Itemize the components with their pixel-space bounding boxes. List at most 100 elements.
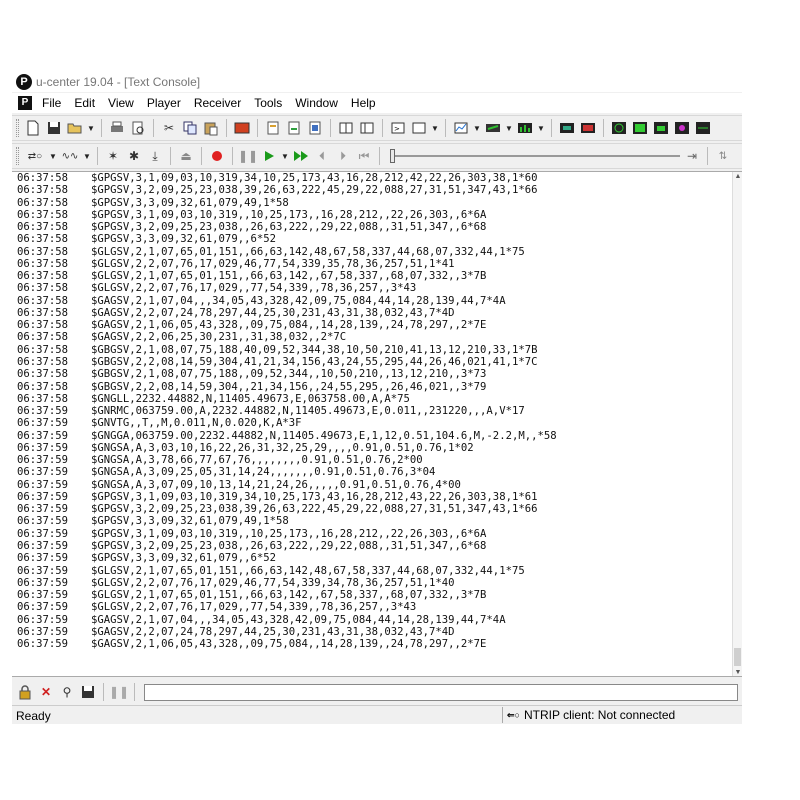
command-input[interactable]	[144, 684, 738, 701]
log-row: 06:37:59 $GNGGA,063759.00,2232.44882,N,11…	[17, 430, 557, 442]
chart-icon[interactable]	[452, 119, 470, 137]
log-message: $GBGSV,2,1,08,07,75,188,,09,52,344,,10,5…	[91, 368, 487, 381]
menu-window[interactable]: Window	[295, 96, 338, 110]
log-message: $GAGSV,2,1,07,04,,,34,05,43,328,42,09,75…	[91, 613, 506, 626]
log-message: $GPGSV,3,2,09,25,23,038,39,26,63,222,45,…	[91, 184, 538, 197]
log-message: $GAGSV,2,1,06,05,43,328,,09,75,084,,14,2…	[91, 638, 487, 651]
gauge-icon[interactable]	[484, 119, 502, 137]
log-timestamp: 06:37:59	[17, 576, 69, 589]
chart-dropdown-icon[interactable]: ▼	[473, 119, 481, 137]
print-icon[interactable]	[108, 119, 126, 137]
eject-icon[interactable]: ⏏	[177, 147, 195, 165]
open-icon[interactable]	[66, 119, 84, 137]
text-console[interactable]: 06:37:58 $GPGSV,3,1,09,03,10,319,34,10,25…	[12, 171, 742, 677]
separator	[153, 119, 154, 137]
table-icon[interactable]	[579, 119, 597, 137]
sort-icon[interactable]: ⇅	[714, 147, 732, 165]
pause-icon[interactable]: ❚❚	[238, 147, 258, 165]
save-log-icon[interactable]	[79, 683, 97, 701]
config-icon[interactable]	[264, 119, 282, 137]
log-message: $GNRMC,063759.00,A,2232.44882,N,11405.49…	[91, 405, 525, 418]
config2-icon[interactable]	[285, 119, 303, 137]
config3-icon[interactable]	[306, 119, 324, 137]
log-timestamp: 06:37:59	[17, 478, 69, 491]
record-icon[interactable]	[208, 147, 226, 165]
log-row: 06:37:59 $GNRMC,063759.00,A,2232.44882,N,…	[17, 405, 557, 417]
log-row: 06:37:59 $GLGSV,2,2,07,76,17,029,46,77,54…	[17, 577, 557, 589]
log-message: $GAGSV,2,2,07,24,78,297,44,25,30,231,43,…	[91, 306, 455, 319]
log-timestamp: 06:37:59	[17, 589, 69, 602]
window1-icon[interactable]	[337, 119, 355, 137]
baudrate-dropdown-icon[interactable]: ▼	[83, 147, 91, 165]
end-icon[interactable]: ⇥	[683, 147, 701, 165]
log-timestamp: 06:37:59	[17, 466, 69, 479]
log-timestamp: 06:37:59	[17, 625, 69, 638]
view-dropdown-icon[interactable]: ▼	[431, 119, 439, 137]
paste-icon[interactable]	[202, 119, 220, 137]
vertical-scrollbar[interactable]: ▲ ▼	[732, 172, 742, 676]
log-message: $GLGSV,2,2,07,76,17,029,,77,54,339,,78,3…	[91, 601, 417, 614]
menu-file[interactable]: File	[42, 96, 61, 110]
log-timestamp: 06:37:59	[17, 638, 69, 651]
save-icon[interactable]	[45, 119, 63, 137]
window2-icon[interactable]	[358, 119, 376, 137]
scroll-up-icon[interactable]: ▲	[733, 172, 742, 182]
fast-forward-icon[interactable]	[292, 147, 310, 165]
slider-thumb[interactable]	[390, 149, 395, 163]
menu-player[interactable]: Player	[147, 96, 181, 110]
menu-receiver[interactable]: Receiver	[194, 96, 241, 110]
scroll-down-icon[interactable]: ▼	[733, 668, 742, 676]
console-icon[interactable]: >	[389, 119, 407, 137]
log-message: $GPGSV,3,2,09,25,23,038,,26,63,222,,29,2…	[91, 539, 487, 552]
ntrip-status: ⇐○ NTRIP client: Not connected	[502, 707, 742, 723]
connection-icon[interactable]: ⇄○	[24, 147, 46, 165]
play-icon[interactable]	[260, 147, 278, 165]
open-dropdown-icon[interactable]: ▼	[87, 119, 95, 137]
copy-icon[interactable]	[181, 119, 199, 137]
document-icon[interactable]: P	[18, 96, 32, 110]
clear-icon[interactable]: ✕	[37, 683, 55, 701]
sky-icon[interactable]	[631, 119, 649, 137]
download-icon[interactable]: ⤓	[146, 147, 164, 165]
menu-edit[interactable]: Edit	[74, 96, 95, 110]
print-preview-icon[interactable]	[129, 119, 147, 137]
connection-dropdown-icon[interactable]: ▼	[49, 147, 57, 165]
autobaud-icon[interactable]: ✶	[104, 147, 122, 165]
log-timestamp: 06:37:59	[17, 552, 69, 565]
filter-icon[interactable]: ⚲	[58, 683, 76, 701]
log-timestamp: 06:37:58	[17, 306, 69, 319]
step-forward-icon[interactable]: ⏵	[334, 147, 352, 165]
deviation-icon[interactable]	[673, 119, 691, 137]
gauge-dropdown-icon[interactable]: ▼	[505, 119, 513, 137]
cut-icon[interactable]: ✂	[160, 119, 178, 137]
separator	[232, 147, 233, 165]
scroll-thumb[interactable]	[734, 648, 741, 666]
tools-icon[interactable]	[233, 119, 251, 137]
new-icon[interactable]	[24, 119, 42, 137]
bar-dropdown-icon[interactable]: ▼	[537, 119, 545, 137]
lock-icon[interactable]	[16, 683, 34, 701]
poll-icon[interactable]: ✱	[125, 147, 143, 165]
bar-icon[interactable]	[516, 119, 534, 137]
log-timestamp: 06:37:58	[17, 282, 69, 295]
baudrate-icon[interactable]: ∿∿	[60, 147, 80, 165]
toolbar-grip[interactable]	[16, 147, 19, 165]
menu-tools[interactable]: Tools	[254, 96, 282, 110]
rewind-icon[interactable]: ⏮	[355, 147, 373, 165]
log-row: 06:37:58 $GPGSV,3,1,09,03,10,319,,10,25,1…	[17, 209, 557, 221]
play-dropdown-icon[interactable]: ▼	[281, 147, 289, 165]
playback-slider[interactable]	[390, 147, 680, 165]
map-icon[interactable]	[558, 119, 576, 137]
menu-view[interactable]: View	[108, 96, 134, 110]
log-timestamp: 06:37:58	[17, 355, 69, 368]
log-message: $GPGSV,3,3,09,32,61,079,49,1*58	[91, 515, 289, 528]
ntrip-icon: ⇐○	[507, 709, 520, 720]
pause-log-icon[interactable]: ❚❚	[109, 683, 129, 701]
sat-icon[interactable]	[610, 119, 628, 137]
stat-icon[interactable]	[652, 119, 670, 137]
view-icon[interactable]	[410, 119, 428, 137]
step-back-icon[interactable]: ⏴	[313, 147, 331, 165]
deviation-map-icon[interactable]	[694, 119, 712, 137]
menu-help[interactable]: Help	[351, 96, 376, 110]
toolbar-grip[interactable]	[16, 119, 19, 137]
